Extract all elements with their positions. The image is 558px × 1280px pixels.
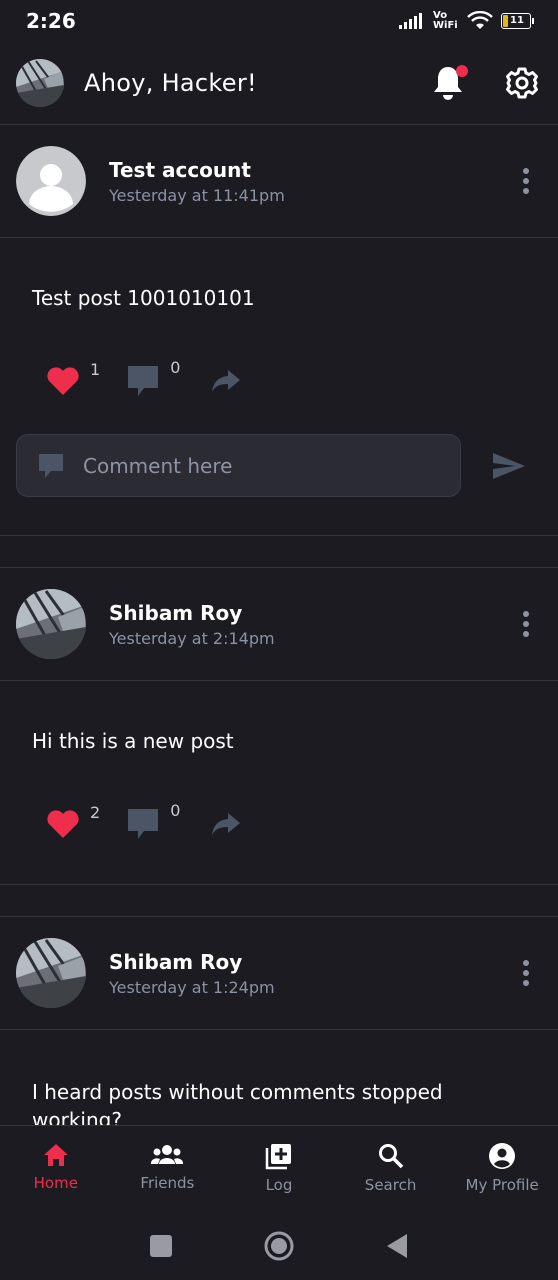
author-avatar[interactable] (16, 589, 86, 659)
comment-input[interactable]: Comment here (16, 434, 461, 497)
post-options-button[interactable] (516, 165, 536, 197)
more-vertical-icon (523, 960, 529, 986)
nav-home[interactable]: Home (0, 1126, 112, 1215)
post-author[interactable]: Shibam Roy (109, 601, 275, 625)
signal-icon (399, 13, 422, 29)
notifications-button[interactable] (428, 63, 468, 103)
comment-placeholder: Comment here (83, 453, 233, 478)
post-text: Hi this is a new post (32, 729, 234, 753)
vowifi-icon: Vo WiFi (433, 10, 458, 31)
comment-count: 0 (170, 801, 181, 820)
like-count: 1 (90, 360, 101, 379)
post-header: Shibam Roy Yesterday at 1:24pm (0, 917, 558, 1030)
author-avatar[interactable] (16, 146, 86, 216)
comment-button[interactable]: 0 (126, 801, 180, 841)
status-bar: 2:26 Vo WiFi 11 (0, 0, 558, 42)
heart-icon (47, 810, 79, 838)
post-author[interactable]: Shibam Roy (109, 950, 275, 974)
battery-level: 11 (510, 15, 524, 26)
nav-label: Friends (140, 1174, 195, 1192)
heart-icon (47, 367, 79, 395)
send-icon (493, 452, 525, 479)
post-text: I heard posts without comments stopped w… (32, 1080, 443, 1126)
nav-log[interactable]: Log (223, 1126, 335, 1215)
more-vertical-icon (523, 611, 529, 637)
search-icon (378, 1144, 403, 1169)
send-comment-button[interactable] (489, 446, 529, 486)
home-system-button[interactable] (263, 1230, 295, 1266)
post-text: Test post 1001010101 (32, 286, 255, 310)
share-button[interactable] (210, 811, 242, 837)
comment-count: 0 (170, 358, 181, 377)
recents-button[interactable] (149, 1234, 173, 1262)
nav-label: My Profile (465, 1176, 539, 1194)
post-options-button[interactable] (516, 608, 536, 640)
nav-label: Home (33, 1174, 78, 1192)
add-post-icon (265, 1144, 291, 1170)
notification-dot (456, 65, 468, 77)
wifi-icon (467, 11, 493, 29)
post-timestamp: Yesterday at 2:14pm (109, 628, 275, 648)
app-header: Ahoy, Hacker! (0, 42, 558, 124)
post-card: Shibam Roy Yesterday at 2:14pm Hi this i… (0, 567, 558, 885)
status-icons: Vo WiFi 11 (399, 11, 534, 31)
post-author[interactable]: Test account (109, 158, 285, 182)
post-timestamp: Yesterday at 11:41pm (109, 185, 285, 205)
nav-search[interactable]: Search (335, 1126, 447, 1215)
share-icon (212, 370, 241, 392)
comment-icon (128, 809, 159, 839)
nav-friends[interactable]: Friends (112, 1126, 224, 1215)
back-triangle-icon (387, 1233, 407, 1258)
post-options-button[interactable] (516, 957, 536, 989)
nav-label: Search (364, 1176, 417, 1194)
comment-row: Comment here (0, 434, 558, 497)
post-header: Test account Yesterday at 11:41pm (0, 125, 558, 238)
post-actions: 1 0 (0, 358, 558, 398)
post-feed[interactable]: Test account Yesterday at 11:41pm Test p… (0, 124, 558, 1126)
comment-button[interactable]: 0 (126, 358, 180, 398)
like-button[interactable]: 2 (46, 803, 100, 839)
back-button[interactable] (385, 1233, 409, 1263)
battery-icon: 11 (501, 13, 534, 29)
user-avatar[interactable] (16, 59, 64, 107)
post-header: Shibam Roy Yesterday at 2:14pm (0, 568, 558, 681)
home-icon (43, 1144, 68, 1166)
system-navigation (0, 1215, 558, 1280)
like-button[interactable]: 1 (46, 360, 100, 396)
post-card: Shibam Roy Yesterday at 1:24pm I heard p… (0, 916, 558, 1126)
share-icon (212, 813, 241, 835)
post-timestamp: Yesterday at 1:24pm (109, 977, 275, 997)
post-actions: 2 0 (0, 801, 558, 841)
bottom-navigation: Home Friends Log Search My Profile (0, 1125, 558, 1215)
status-time: 2:26 (26, 9, 76, 33)
nav-my-profile[interactable]: My Profile (446, 1126, 558, 1215)
nav-label: Log (265, 1176, 293, 1194)
like-count: 2 (90, 803, 101, 822)
author-avatar[interactable] (16, 938, 86, 1008)
settings-button[interactable] (502, 63, 542, 103)
profile-icon (489, 1143, 516, 1169)
share-button[interactable] (210, 368, 242, 394)
comment-icon (128, 366, 159, 396)
comment-input-icon (39, 453, 63, 478)
gear-icon (506, 67, 538, 99)
circle-icon (264, 1231, 294, 1260)
post-card: Test account Yesterday at 11:41pm Test p… (0, 124, 558, 536)
friends-icon (151, 1145, 184, 1164)
greeting-text: Ahoy, Hacker! (84, 69, 257, 97)
square-icon (150, 1234, 172, 1257)
more-vertical-icon (523, 168, 529, 194)
